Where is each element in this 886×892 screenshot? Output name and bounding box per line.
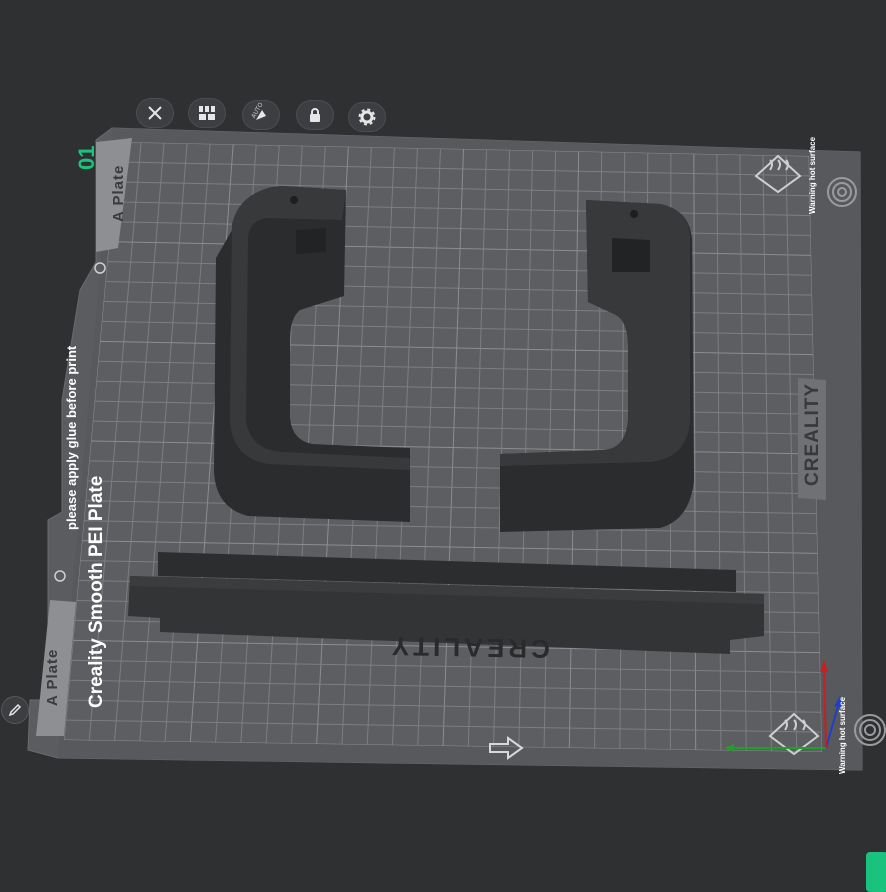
glue-note-label: please apply glue before print	[64, 346, 79, 530]
plate-settings-button[interactable]	[348, 102, 386, 132]
lock-plate-button[interactable]	[296, 100, 334, 130]
warning-bottom-label: Warning hot surface	[838, 697, 847, 774]
brand-label: CREALITY	[802, 383, 824, 486]
plate-number: 01	[74, 146, 100, 170]
lock-icon	[307, 107, 323, 123]
edit-plate-button[interactable]	[1, 696, 29, 724]
arrange-button[interactable]	[188, 98, 226, 128]
pencil-icon	[8, 703, 22, 717]
plate-tab-bottom-label: A Plate	[44, 649, 61, 706]
plate-type-label: Creality Smooth PEI Plate	[86, 476, 108, 708]
auto-orient-button[interactable]: AUTO	[242, 100, 280, 130]
gear-icon	[358, 108, 376, 126]
remove-plate-button[interactable]	[136, 98, 174, 128]
grid-icon	[198, 105, 216, 121]
model-embossed-text: CREALITY	[388, 631, 550, 664]
3d-viewport[interactable]: CREALITY	[0, 0, 886, 886]
fingerprint-icon-bottom	[855, 715, 885, 745]
close-icon	[147, 105, 163, 121]
warning-top-label: Warning hot surface	[808, 137, 817, 214]
plate-tab-top-label: A Plate	[110, 165, 127, 222]
status-indicator	[866, 852, 886, 892]
build-plate[interactable]	[28, 128, 885, 770]
